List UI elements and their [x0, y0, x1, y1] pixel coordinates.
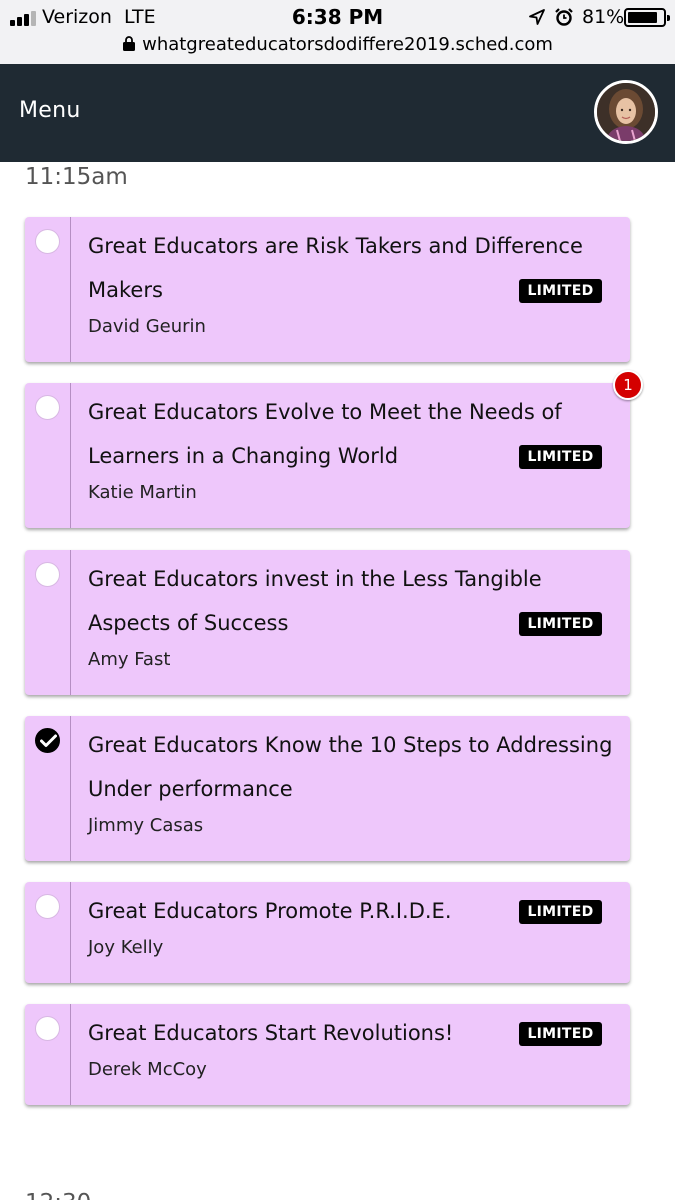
session-speaker: Jimmy Casas — [88, 815, 204, 836]
alarm-clock-icon — [555, 8, 573, 26]
select-session-checkbox[interactable] — [35, 894, 60, 919]
session-card[interactable]: Great Educators are Risk Takers and Diff… — [25, 217, 630, 362]
limited-badge: LIMITED — [519, 445, 602, 469]
notification-badge[interactable]: 1 — [613, 370, 643, 400]
page-url: whatgreateducatorsdodiffere2019.sched.co… — [142, 34, 553, 55]
next-time-slot-heading: 12:30 — [25, 1190, 91, 1200]
status-bar: Verizon LTE 6:38 PM 81% whatgreateducato… — [0, 0, 675, 64]
select-session-checkbox[interactable] — [35, 1016, 60, 1041]
session-card[interactable]: Great Educators Know the 10 Steps to Add… — [25, 716, 630, 861]
session-card[interactable]: Great Educators invest in the Less Tangi… — [25, 550, 630, 695]
lock-icon — [123, 36, 136, 51]
user-avatar[interactable] — [594, 80, 658, 144]
session-title: Great Educators are Risk Takers and Diff… — [88, 234, 583, 258]
session-card[interactable]: Great Educators Start Revolutions! LIMIT… — [25, 1004, 630, 1105]
session-card[interactable]: Great Educators Evolve to Meet the Needs… — [25, 383, 630, 528]
session-speaker: Katie Martin — [88, 482, 197, 503]
session-card[interactable]: Great Educators Promote P.R.I.D.E. LIMIT… — [25, 882, 630, 983]
session-title: Learners in a Changing World — [88, 444, 399, 468]
menu-button[interactable]: Menu — [19, 98, 81, 123]
select-session-checkbox[interactable] — [35, 229, 60, 254]
session-speaker: David Geurin — [88, 316, 206, 337]
session-title: Great Educators invest in the Less Tangi… — [88, 567, 542, 591]
session-title: Aspects of Success — [88, 611, 289, 635]
address-bar[interactable]: whatgreateducatorsdodiffere2019.sched.co… — [0, 34, 675, 58]
session-title: Great Educators Evolve to Meet the Needs… — [88, 400, 562, 424]
limited-badge: LIMITED — [519, 612, 602, 636]
session-title: Under performance — [88, 777, 293, 801]
limited-badge: LIMITED — [519, 1022, 602, 1046]
session-speaker: Amy Fast — [88, 649, 171, 670]
select-session-checkbox[interactable] — [35, 562, 60, 587]
session-title: Great Educators Start Revolutions! — [88, 1021, 454, 1045]
limited-badge: LIMITED — [519, 900, 602, 924]
battery-icon — [624, 8, 670, 27]
session-speaker: Joy Kelly — [88, 937, 164, 958]
session-title: Makers — [88, 278, 163, 302]
session-title: Great Educators Promote P.R.I.D.E. — [88, 899, 452, 923]
checkmark-icon — [40, 734, 57, 747]
selected-session-checkmark[interactable] — [35, 728, 60, 753]
time-slot-heading: 11:15am — [25, 164, 128, 190]
app-header: Menu — [0, 64, 675, 162]
session-speaker: Derek McCoy — [88, 1059, 207, 1080]
location-arrow-icon — [529, 9, 545, 25]
battery-percentage: 81% — [582, 6, 625, 28]
select-session-checkbox[interactable] — [35, 395, 60, 420]
limited-badge: LIMITED — [519, 279, 602, 303]
session-title: Great Educators Know the 10 Steps to Add… — [88, 733, 613, 757]
